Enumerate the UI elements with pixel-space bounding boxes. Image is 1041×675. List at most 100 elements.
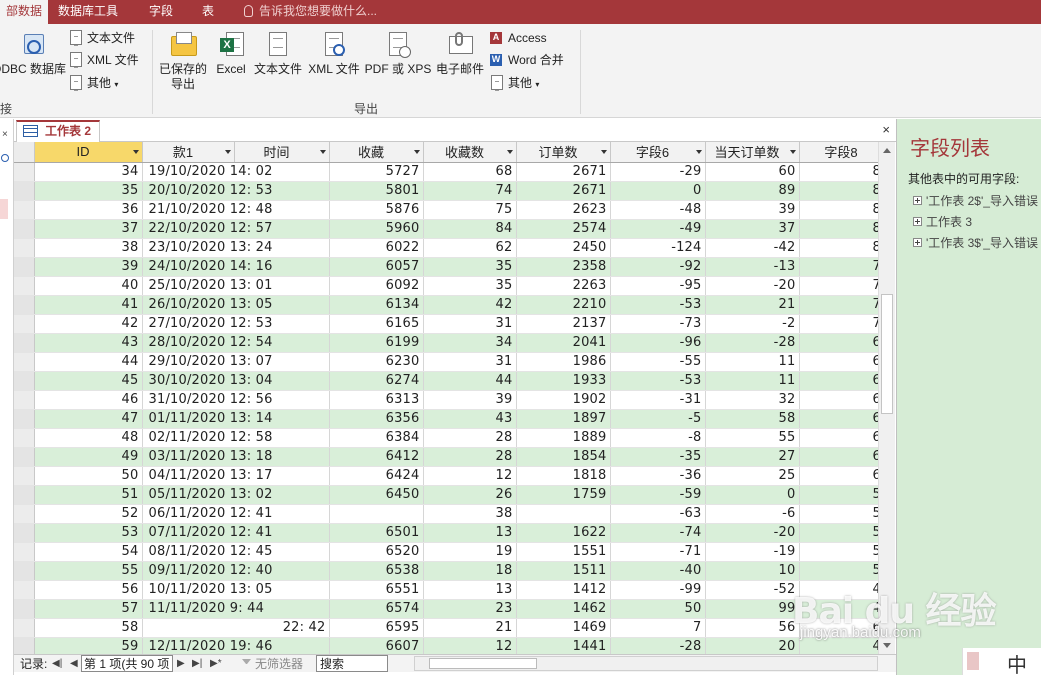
export-excel-button[interactable]: X Excel xyxy=(212,30,250,77)
cell-favorites-count[interactable]: 31 xyxy=(423,314,517,334)
cell-field6[interactable]: -8 xyxy=(610,428,706,448)
export-word-merge-button[interactable]: W Word 合并 xyxy=(489,50,564,70)
cell-datetime[interactable]: 02/11/2020 12: 58 xyxy=(142,428,330,448)
cell-orders[interactable]: 1933 xyxy=(516,371,611,391)
cell-datetime[interactable]: 30/10/2020 13: 04 xyxy=(142,371,330,391)
chevron-down-icon[interactable] xyxy=(319,150,326,154)
cell-datetime[interactable]: 04/11/2020 13: 17 xyxy=(142,466,330,486)
cell-favorites-count[interactable]: 19 xyxy=(423,542,517,562)
cell-id[interactable]: 52 xyxy=(34,504,143,524)
record-selector[interactable] xyxy=(14,618,35,638)
next-record-button[interactable]: ▶ xyxy=(177,656,185,672)
cell-favorites[interactable]: 6199 xyxy=(329,333,424,353)
cell-favorites-count[interactable]: 75 xyxy=(423,200,517,220)
cell-orders[interactable]: 2210 xyxy=(516,295,611,315)
record-selector[interactable] xyxy=(14,466,35,486)
cell-id[interactable]: 35 xyxy=(34,181,143,201)
record-selector[interactable] xyxy=(14,314,35,334)
tab-worksheet-2[interactable]: 工作表 2 xyxy=(16,120,100,142)
export-access-button[interactable]: A Access xyxy=(489,28,547,48)
tab-database-tools[interactable]: 数据库工具 xyxy=(52,0,124,24)
export-more-button[interactable]: 其他 ▾ xyxy=(489,73,539,93)
new-record-button[interactable]: ▶* xyxy=(210,656,222,672)
cell-daily-orders[interactable]: 11 xyxy=(705,371,800,391)
cell-daily-orders[interactable]: -42 xyxy=(705,238,800,258)
record-selector[interactable] xyxy=(14,257,35,277)
tell-me-search[interactable]: 告诉我您想要做什么... xyxy=(244,0,377,24)
cell-datetime[interactable]: 05/11/2020 13: 02 xyxy=(142,485,330,505)
chevron-down-icon[interactable] xyxy=(224,150,231,154)
table-row[interactable]: 5711/11/2020 9: 446574231462509949 xyxy=(14,599,894,619)
column-header-kuan1[interactable]: 款1 xyxy=(142,142,235,163)
cell-datetime[interactable]: 06/11/2020 12: 41 xyxy=(142,504,330,524)
cell-datetime[interactable]: 26/10/2020 13: 05 xyxy=(142,295,330,315)
record-selector[interactable] xyxy=(14,504,35,524)
expand-icon[interactable] xyxy=(913,217,922,226)
record-selector[interactable] xyxy=(14,428,35,448)
table-row[interactable]: 4025/10/2020 13: 016092352263-95-2075 xyxy=(14,276,894,296)
table-row[interactable]: 3924/10/2020 14: 166057352358-92-1379 xyxy=(14,257,894,277)
cell-field6[interactable]: 0 xyxy=(610,181,706,201)
chevron-down-icon[interactable] xyxy=(600,150,607,154)
record-selector[interactable] xyxy=(14,352,35,372)
search-input[interactable]: 搜索 xyxy=(316,655,388,672)
cell-orders[interactable]: 1622 xyxy=(516,523,611,543)
cell-daily-orders[interactable]: -28 xyxy=(705,333,800,353)
cell-id[interactable]: 44 xyxy=(34,352,143,372)
close-document-icon[interactable]: × xyxy=(882,122,890,137)
cell-favorites-count[interactable]: 31 xyxy=(423,352,517,372)
cell-favorites[interactable]: 5960 xyxy=(329,219,424,239)
cell-favorites-count[interactable]: 44 xyxy=(423,371,517,391)
cell-favorites[interactable]: 6165 xyxy=(329,314,424,334)
cell-favorites[interactable]: 5727 xyxy=(329,162,424,182)
cell-orders[interactable]: 2671 xyxy=(516,162,611,182)
cell-favorites[interactable]: 6551 xyxy=(329,580,424,600)
record-selector[interactable] xyxy=(14,523,35,543)
cell-orders[interactable]: 1897 xyxy=(516,409,611,429)
import-text-file-button[interactable]: 文本文件 xyxy=(68,28,135,48)
cell-favorites[interactable]: 6313 xyxy=(329,390,424,410)
navigation-pane-collapsed[interactable]: × xyxy=(0,119,14,675)
cell-favorites-count[interactable]: 39 xyxy=(423,390,517,410)
cell-favorites-count[interactable]: 34 xyxy=(423,333,517,353)
cell-datetime[interactable]: 31/10/2020 12: 56 xyxy=(142,390,330,410)
record-selector[interactable] xyxy=(14,219,35,239)
cell-favorites-count[interactable]: 12 xyxy=(423,466,517,486)
record-selector[interactable] xyxy=(14,580,35,600)
table-row[interactable]: 5408/11/2020 12: 456520191551-71-1952 xyxy=(14,542,894,562)
cell-id[interactable]: 53 xyxy=(34,523,143,543)
field-list-item[interactable]: 工作表 3 xyxy=(913,213,972,230)
cell-field6[interactable]: -71 xyxy=(610,542,706,562)
select-all-corner[interactable] xyxy=(14,142,35,163)
cell-field6[interactable]: -96 xyxy=(610,333,706,353)
cell-id[interactable]: 57 xyxy=(34,599,143,619)
export-xml-file-button[interactable]: XML 文件 xyxy=(306,30,362,77)
cell-favorites-count[interactable]: 35 xyxy=(423,257,517,277)
cell-id[interactable]: 56 xyxy=(34,580,143,600)
cell-daily-orders[interactable]: 37 xyxy=(705,219,800,239)
cell-favorites[interactable]: 6501 xyxy=(329,523,424,543)
cell-field6[interactable]: -63 xyxy=(610,504,706,524)
import-xml-file-button[interactable]: XML 文件 xyxy=(68,50,139,70)
cell-orders[interactable]: 1759 xyxy=(516,485,611,505)
cell-datetime[interactable]: 09/11/2020 12: 40 xyxy=(142,561,330,581)
cell-id[interactable]: 54 xyxy=(34,542,143,562)
cell-favorites-count[interactable]: 74 xyxy=(423,181,517,201)
odbc-database-button[interactable]: ODBC 数据库 xyxy=(0,30,68,77)
table-row[interactable]: 4227/10/2020 12: 536165312137-73-271 xyxy=(14,314,894,334)
cell-id[interactable]: 42 xyxy=(34,314,143,334)
cell-daily-orders[interactable]: 21 xyxy=(705,295,800,315)
previous-record-button[interactable]: ◀ xyxy=(70,656,78,672)
cell-field6[interactable]: -5 xyxy=(610,409,706,429)
record-selector[interactable] xyxy=(14,637,35,654)
cell-orders[interactable]: 1469 xyxy=(516,618,611,638)
cell-field6[interactable]: -36 xyxy=(610,466,706,486)
record-selector[interactable] xyxy=(14,599,35,619)
cell-id[interactable]: 39 xyxy=(34,257,143,277)
cell-favorites-count[interactable]: 35 xyxy=(423,276,517,296)
cell-daily-orders[interactable]: -19 xyxy=(705,542,800,562)
record-selector[interactable] xyxy=(14,371,35,391)
cell-daily-orders[interactable]: 11 xyxy=(705,352,800,372)
cell-orders[interactable]: 2041 xyxy=(516,333,611,353)
cell-favorites-count[interactable]: 18 xyxy=(423,561,517,581)
